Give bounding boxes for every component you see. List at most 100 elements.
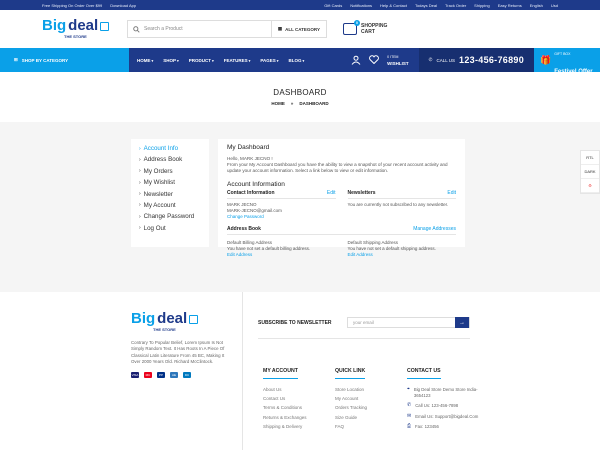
email-placeholder: your email	[353, 320, 374, 325]
visa-icon: VISA	[131, 371, 139, 378]
header: Big deal THE STORE Search a Product ▦ ALL…	[0, 10, 600, 48]
download-app-link[interactable]: Download App	[110, 3, 136, 8]
search-bar: Search a Product ▦ ALL CATEGORY	[127, 20, 327, 38]
sidebar-item-my-orders[interactable]: › My Orders	[139, 168, 209, 175]
sidebar-item-address-book[interactable]: › Address Book	[139, 156, 209, 163]
dark-button[interactable]: DARK	[581, 165, 599, 179]
quick-link-heading: QUICK LINK	[335, 368, 366, 379]
edit-billing-link[interactable]: Edit Address	[227, 252, 336, 258]
wishlist-label: WISHLIST	[387, 60, 409, 66]
manage-addresses-link[interactable]: Manage Addresses	[413, 226, 456, 232]
notifications-link[interactable]: Notifications	[350, 3, 372, 8]
edit-contact-link[interactable]: Edit	[327, 190, 336, 196]
menu: HOME SHOP PRODUCT FEATURES PAGES BLOG	[129, 48, 351, 72]
payment-icons: VISA MC PP AE DC	[131, 371, 226, 378]
newsletters-title: Newsletters	[347, 190, 376, 196]
currency-select[interactable]: Usd	[551, 3, 558, 8]
breadcrumb-home[interactable]: HOME	[271, 101, 285, 106]
logo[interactable]: Big deal THE STORE	[42, 17, 112, 39]
easy-returns-link[interactable]: Easy Returns	[498, 3, 522, 8]
fax-icon: ⎙	[407, 423, 412, 430]
change-password-link[interactable]: Change Password	[227, 214, 336, 220]
shopping-bag-icon	[100, 21, 110, 31]
shopping-cart[interactable]: 0 SHOPPING CART	[343, 20, 387, 35]
search-icon[interactable]	[128, 25, 144, 33]
footer-link[interactable]: Orders Tracking	[335, 405, 407, 410]
free-shipping-text: Free Shipping On Order Over $99	[42, 2, 103, 8]
footer-description: Contrary To Popular Belief, Lorem Ipsum …	[131, 340, 225, 365]
footer-logo-deal: deal	[157, 310, 188, 327]
footer-logo-subtitle: THE STORE	[153, 327, 176, 332]
footer-link[interactable]: Store Location	[335, 387, 407, 392]
category-label: ALL CATEGORY	[285, 26, 320, 32]
nav-product[interactable]: PRODUCT	[189, 58, 214, 63]
page-title: DASHBOARD	[273, 88, 327, 97]
contact-address: Big Deal Store Demo Store India-3654123	[413, 387, 478, 398]
nav-features[interactable]: FEATURES	[224, 58, 251, 63]
help-contact-link[interactable]: Help & Contact	[380, 3, 407, 8]
chevron-right-icon: ›	[139, 202, 141, 209]
footer-link[interactable]: Contact Us	[263, 396, 335, 401]
edit-newsletter-link[interactable]: Edit	[447, 190, 456, 196]
shop-by-category-button[interactable]: ⊞ SHOP BY CATEGORY	[0, 48, 129, 72]
subscribe-arrow-icon[interactable]: →	[455, 317, 469, 328]
sidebar-item-my-account[interactable]: › My Account	[139, 202, 209, 209]
heart-icon[interactable]	[369, 55, 380, 65]
wishlist-link[interactable]: 0 ITEM WISHLIST	[387, 54, 409, 66]
todays-deal-link[interactable]: Todays Deal	[415, 3, 437, 8]
gift-line2: Festivel Offer	[554, 69, 593, 75]
gift-cards-link[interactable]: Gift Cards	[324, 3, 342, 8]
footer-link[interactable]: Terms & Conditions	[263, 405, 335, 410]
settings-icon[interactable]: ⚙	[581, 179, 599, 193]
chevron-right-icon: ›	[139, 145, 141, 152]
track-order-link[interactable]: Track Order	[445, 3, 466, 8]
footer-link[interactable]: Shipping & Delivery	[263, 424, 335, 429]
footer-link[interactable]: Size Guide	[335, 415, 407, 420]
nav-pages[interactable]: PAGES	[260, 58, 278, 63]
search-input[interactable]: Search a Product	[144, 26, 271, 32]
footer-link[interactable]: My Account	[335, 396, 407, 401]
nav-home[interactable]: HOME	[137, 58, 153, 63]
gift-line1: GIFT BOX	[554, 52, 571, 56]
top-bar-left: Free Shipping On Order Over $99 Download…	[42, 3, 136, 8]
theme-switcher: RTL DARK ⚙	[580, 150, 600, 194]
phone-number[interactable]: 123-456-76890	[459, 55, 524, 65]
mastercard-icon: MC	[144, 371, 152, 378]
newsletters-text: You are currently not subscribed to any …	[347, 202, 449, 207]
newsletter-email-field[interactable]: your email →	[347, 317, 470, 328]
amex-icon: AE	[170, 371, 178, 378]
intro-text: From your My Account Dashboard you have …	[227, 162, 448, 173]
nav-blog[interactable]: BLOG	[289, 58, 305, 63]
footer-about: Big deal THE STORE Contrary To Popular Be…	[131, 310, 226, 378]
sidebar-item-account-info[interactable]: › Account Info	[139, 145, 209, 152]
footer-link[interactable]: About Us	[263, 387, 335, 392]
footer: Big deal THE STORE Contrary To Popular Be…	[0, 292, 600, 450]
call-us: ✆ CALL US 123-456-76890	[418, 48, 534, 72]
category-dropdown[interactable]: ▦ ALL CATEGORY	[270, 21, 326, 37]
main-nav: ⊞ SHOP BY CATEGORY HOME SHOP PRODUCT FEA…	[0, 48, 600, 75]
rtl-button[interactable]: RTL	[581, 151, 599, 165]
edit-shipping-link[interactable]: Edit Address	[348, 252, 457, 258]
footer-my-account: MY ACCOUNT About Us Contact Us Terms & C…	[263, 359, 335, 435]
user-icon[interactable]	[351, 55, 361, 66]
category-icon: ⊞	[14, 57, 18, 62]
nav-icons: 0 ITEM WISHLIST	[351, 48, 419, 72]
shop-by-category-label: SHOP BY CATEGORY	[21, 57, 69, 63]
gift-box[interactable]: 🎁 GIFT BOX Festivel Offer	[534, 48, 600, 75]
sidebar-item-newsletter[interactable]: › Newsletter	[139, 191, 209, 198]
email-icon: ✉	[407, 412, 412, 419]
sidebar-item-my-wishlist[interactable]: › My Wishlist	[139, 179, 209, 186]
sidebar-item-log-out[interactable]: › Log Out	[139, 225, 209, 232]
shopping-bag-icon	[189, 314, 199, 324]
shipping-link[interactable]: Shipping	[474, 3, 490, 8]
language-select[interactable]: English	[530, 3, 543, 8]
contact-email: Email Us: Support@bigdeal.Com	[415, 413, 479, 419]
cart-icon: 0	[343, 20, 360, 35]
footer-logo[interactable]: Big deal THE STORE	[131, 310, 201, 332]
breadcrumb: HOME » DASHBOARD	[271, 101, 328, 106]
footer-link[interactable]: FAQ	[335, 424, 407, 429]
nav-shop[interactable]: SHOP	[163, 58, 179, 63]
footer-link[interactable]: Returns & Exchanges	[263, 415, 335, 420]
sidebar-item-change-password[interactable]: › Change Password	[139, 213, 209, 220]
logo-deal: deal	[68, 17, 99, 34]
